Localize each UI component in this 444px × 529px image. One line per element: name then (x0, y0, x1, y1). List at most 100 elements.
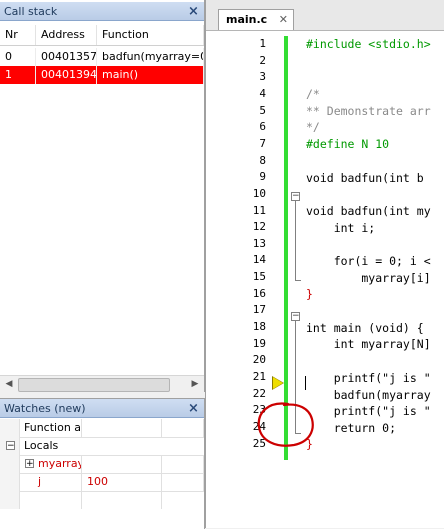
call-stack-title-label: Call stack (4, 5, 58, 18)
watch-value (82, 491, 162, 509)
line-number: 22 (252, 386, 266, 400)
frame-address: 00401394 (36, 66, 97, 84)
call-stack-panel: Call stack × Nr Address Function 0 00401… (0, 0, 205, 393)
tab-main-c[interactable]: main.c ✕ (218, 9, 294, 30)
horizontal-scrollbar[interactable]: ◀ ▶ (0, 375, 204, 393)
line-number: 1 (259, 37, 266, 50)
code-line: #define N 10 (306, 137, 390, 151)
watch-name: j (20, 473, 82, 491)
row-gutter (0, 491, 20, 509)
line-number: 11 (252, 203, 266, 217)
line-number: 5 (259, 103, 266, 117)
watch-value (82, 455, 162, 473)
editor-tab-bar: main.c ✕ (206, 0, 444, 31)
line-number: 15 (252, 270, 266, 284)
row-gutter (0, 419, 20, 437)
call-stack-row-selected[interactable]: 1 00401394 main() (0, 66, 204, 84)
line-number: 8 (259, 153, 266, 167)
code-line: int i; (306, 221, 376, 235)
line-number: 10 (252, 186, 266, 200)
fold-guide (295, 201, 296, 280)
code-line: } (306, 437, 313, 451)
change-marker-bar (284, 36, 288, 460)
line-number: 3 (259, 70, 266, 84)
fold-end (295, 433, 301, 434)
line-number: 6 (259, 120, 266, 134)
fold-collapse-icon[interactable]: − (291, 192, 300, 201)
fold-collapse-icon[interactable]: − (291, 312, 300, 321)
code-line: printf("j is " (306, 404, 431, 418)
line-number: 12 (252, 220, 266, 234)
code-line: ** Demonstrate arr (306, 104, 431, 118)
watch-name (20, 491, 82, 509)
watch-row-j[interactable]: j 100 (0, 473, 204, 492)
close-icon[interactable]: × (187, 5, 200, 18)
frame-nr: 1 (0, 66, 36, 84)
scroll-right-icon[interactable]: ▶ (187, 376, 203, 392)
scrollbar-thumb[interactable] (18, 378, 170, 392)
watch-header-row: Function arg (0, 419, 204, 438)
current-line-arrow-icon (273, 377, 283, 389)
code-line: int main (void) { (306, 321, 424, 335)
watch-row-myarray[interactable]: + myarray (0, 455, 204, 474)
code-line: */ (306, 120, 320, 134)
column-header-address[interactable]: Address (36, 25, 97, 45)
line-number: 2 (259, 53, 266, 67)
call-stack-row[interactable]: 0 00401357 badfun(myarray=0 (0, 48, 204, 66)
code-area[interactable]: 1 2 3 4 5 6 7 8 9 10 11 12 13 14 15 16 17 18 19 20 21 22 23 24 2… (206, 36, 444, 528)
line-number: 13 (252, 236, 266, 250)
code-line: void badfun(int my (306, 204, 431, 218)
row-gutter (0, 473, 20, 491)
code-editor: main.c ✕ 1 2 3 4 5 6 7 8 9 10 11 12 13 14 15 16 17 18 19 20… (205, 0, 444, 528)
watches-title: Watches (new) × (0, 399, 204, 418)
line-number: 16 (252, 286, 266, 300)
line-number: 4 (259, 86, 266, 100)
watch-value: 100 (82, 473, 162, 491)
watch-type (162, 473, 204, 491)
fold-end (295, 280, 301, 281)
frame-address: 00401357 (36, 48, 97, 66)
line-number: 17 (252, 303, 266, 317)
watch-type (162, 419, 204, 437)
function-args-label[interactable]: Function arg (20, 419, 82, 437)
frame-function: main() (97, 66, 204, 84)
line-number: 19 (252, 336, 266, 350)
line-number: 14 (252, 253, 266, 267)
code-line: int myarray[N] (306, 337, 431, 351)
tab-label: main.c (226, 13, 268, 26)
frame-nr: 0 (0, 48, 36, 66)
watches-grid: Function arg − Locals + myarray j 100 (0, 419, 204, 527)
code-line: printf("j is " (306, 371, 431, 385)
fold-guide (295, 321, 296, 433)
code-line: for(i = 0; i < (306, 254, 431, 268)
call-stack-header: Nr Address Function (0, 25, 204, 46)
line-number: 23 (252, 403, 266, 417)
watch-row-locals[interactable]: − Locals (0, 437, 204, 456)
code-line: #include <stdio.h> (306, 37, 431, 51)
locals-label: Locals (24, 439, 59, 452)
row-gutter: − (0, 437, 20, 455)
close-icon[interactable]: ✕ (279, 13, 288, 26)
collapse-icon[interactable]: − (6, 441, 15, 451)
line-number: 25 (252, 436, 266, 450)
column-header-nr[interactable]: Nr (0, 25, 36, 45)
watch-type (162, 455, 204, 473)
row-gutter (0, 455, 20, 473)
line-number: 9 (259, 170, 266, 184)
close-icon[interactable]: × (187, 402, 200, 415)
watch-row-empty (0, 491, 204, 509)
scroll-left-icon[interactable]: ◀ (1, 376, 17, 392)
call-stack-title: Call stack × (0, 2, 204, 21)
watches-panel: Watches (new) × Function arg − Locals + … (0, 398, 205, 529)
code-line: myarray[i] (306, 271, 431, 285)
code-line: void badfun(int b (306, 171, 424, 185)
code-line: /* (306, 87, 320, 101)
watch-value (82, 419, 162, 437)
line-number: 24 (252, 419, 266, 433)
watch-name: myarray (20, 455, 82, 473)
code-line: badfun(myarray (306, 388, 431, 402)
code-line: return 0; (306, 421, 397, 435)
line-number: 7 (259, 136, 266, 150)
line-number: 21 (252, 370, 266, 383)
column-header-function[interactable]: Function (97, 25, 204, 45)
